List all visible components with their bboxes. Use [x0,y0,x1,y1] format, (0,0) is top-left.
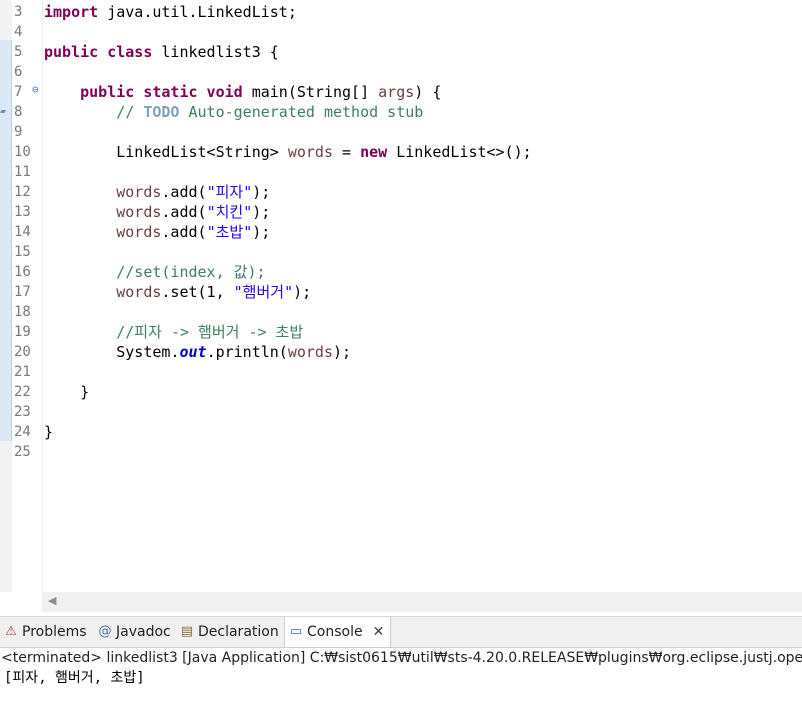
line-number: 8 [14,104,23,120]
line-number: 22 [14,384,31,400]
problems-icon: ⚠ [5,624,17,639]
console-output[interactable]: [피자, 햄버거, 초밥] [0,668,802,688]
console-launch-description: <terminated> linkedlist3 [Java Applicati… [1,650,802,666]
code-line[interactable]: words.set(1, "햄버거"); [44,282,311,302]
tab-console[interactable]: ▭ Console ✕ [284,617,392,647]
tab-declaration-label: Declaration [198,624,279,640]
scrollbar-left-spacer [0,592,42,612]
line-number: 3 [14,4,23,20]
code-line[interactable]: words.add("치킨"); [44,202,270,222]
console-icon: ▭ [289,624,303,639]
tab-console-label: Console [307,624,363,640]
line-number: 13 [14,204,31,220]
code-line[interactable]: //set(index, 값); [44,262,265,282]
line-number: 4 [14,24,23,40]
line-number: 25 [14,444,31,460]
line-number: 19 [14,324,31,340]
code-line[interactable]: LinkedList<String> words = new LinkedLis… [44,142,531,162]
line-number: 20 [14,344,31,360]
line-number: 9 [14,124,23,140]
code-editor[interactable]: 3 4 5 6 7 ⊖ 8 ▰ 9 10 11 12 13 14 15 16 17 18 19 20 21 22 23 24 2… [0,0,802,592]
code-line[interactable]: } [44,382,89,402]
tab-javadoc-label: Javadoc [116,624,171,640]
line-number: 24 [14,424,31,440]
line-number: 11 [14,164,31,180]
scroll-left-arrow-icon[interactable]: ◀ [48,594,56,607]
horizontal-scrollbar[interactable]: ◀ [42,592,802,612]
line-number-gutter: 3 4 5 6 7 ⊖ 8 ▰ 9 10 11 12 13 14 15 16 17 18 19 20 21 22 23 24 2… [0,0,43,592]
tab-problems-label: Problems [22,624,87,640]
line-number: 17 [14,284,31,300]
close-icon[interactable]: ✕ [373,617,385,647]
line-number: 21 [14,364,31,380]
tab-javadoc[interactable]: @ Javadoc [98,617,171,647]
code-line[interactable]: // TODO Auto-generated method stub [44,102,423,122]
line-number: 14 [14,224,31,240]
overview-ruler [0,0,12,592]
task-marker-icon[interactable]: ▰ [0,107,10,117]
fold-minus-icon[interactable]: ⊖ [32,83,39,96]
line-number: 5 [14,44,23,60]
ruler-range-marker [0,40,12,441]
line-number: 23 [14,404,31,420]
code-line[interactable]: System.out.println(words); [44,342,351,362]
line-number: 15 [14,244,31,260]
line-number: 6 [14,64,23,80]
code-line[interactable]: words.add("초밥"); [44,222,270,242]
code-line[interactable]: import java.util.LinkedList; [44,2,297,22]
line-number: 16 [14,264,31,280]
code-line[interactable]: public static void main(String[] args) { [44,82,441,102]
code-line[interactable]: //피자 -> 햄버거 -> 초밥 [44,322,303,342]
tab-declaration[interactable]: ▤ Declaration [180,617,279,647]
code-line[interactable]: public class linkedlist3 { [44,42,279,62]
code-line[interactable]: } [44,422,53,442]
code-line[interactable]: words.add("피자"); [44,182,270,202]
tab-problems[interactable]: ⚠ Problems [4,617,87,647]
line-number: 12 [14,184,31,200]
line-number: 18 [14,304,31,320]
line-number: 10 [14,144,31,160]
bottom-panel-tabbar: ⚠ Problems @ Javadoc ▤ Declaration ▭ Con… [0,616,802,648]
declaration-icon: ▤ [180,624,194,639]
javadoc-icon: @ [98,624,112,639]
